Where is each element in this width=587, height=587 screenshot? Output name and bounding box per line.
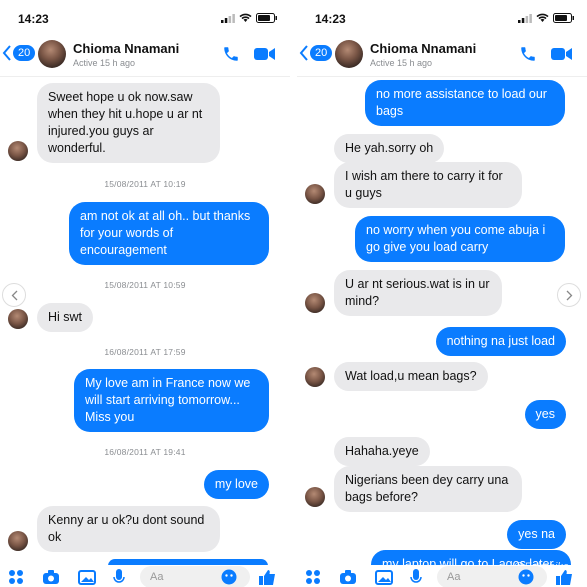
message-timestamp: 16/08/2011 AT 19:41 [104, 447, 186, 457]
phone-icon[interactable] [519, 45, 537, 63]
incoming-message[interactable]: Sweet hope u ok now.saw when they hit u.… [37, 83, 220, 163]
outgoing-message[interactable]: yes [524, 400, 566, 429]
status-bar: 14:23 [297, 0, 587, 36]
photo-icon[interactable] [78, 569, 96, 585]
microphone-icon[interactable] [113, 569, 125, 585]
incoming-message[interactable]: Wat load,u mean bags? [334, 362, 488, 391]
sender-avatar [305, 367, 325, 387]
status-time: 14:23 [315, 12, 346, 26]
back-button[interactable]: 20 [299, 45, 333, 61]
message-list: Sweet hope u ok now.saw when they hit u.… [0, 77, 290, 565]
phone-icon[interactable] [222, 45, 240, 63]
apps-icon[interactable] [8, 569, 24, 585]
sender-avatar [305, 293, 325, 313]
emoji-icon[interactable] [518, 569, 534, 585]
contact-name[interactable]: Chioma Nnamani [73, 41, 179, 56]
left-screenshot: 14:23 20 Chioma Nnamani Active 15 h ago … [0, 0, 290, 587]
camera-icon[interactable] [339, 569, 357, 585]
apps-icon[interactable] [305, 569, 321, 585]
incoming-message[interactable]: Hi swt [37, 303, 94, 332]
video-camera-icon[interactable] [551, 46, 573, 62]
incoming-message[interactable]: I wish am there to carry it for u guys [334, 162, 522, 208]
status-time: 14:23 [18, 12, 49, 26]
active-status: Active 15 h ago [73, 58, 136, 68]
like-icon[interactable] [555, 569, 573, 585]
unread-count-badge: 20 [310, 45, 333, 61]
incoming-message[interactable]: He yah.sorry oh [334, 134, 445, 163]
camera-icon[interactable] [42, 569, 60, 585]
chevron-left-icon [11, 290, 17, 300]
message-timestamp: 16/08/2011 AT 17:59 [104, 347, 186, 357]
message-timestamp: 15/08/2011 AT 10:19 [104, 179, 186, 189]
photo-icon[interactable] [375, 569, 393, 585]
carousel-prev-button[interactable] [2, 283, 26, 307]
like-icon[interactable] [258, 569, 276, 585]
wifi-icon [536, 13, 549, 22]
battery-icon [256, 13, 277, 23]
composer-bar: Aa [0, 565, 290, 587]
microphone-icon[interactable] [410, 569, 422, 585]
incoming-message[interactable]: Hahaha.yeye [334, 437, 430, 466]
sender-avatar [305, 487, 325, 507]
incoming-message[interactable]: Kenny ar u ok?u dont sound ok [37, 506, 220, 552]
outgoing-message[interactable]: am not ok at all oh.. but thanks for you… [69, 202, 269, 265]
outgoing-message[interactable]: yes na [507, 520, 566, 549]
back-button[interactable]: 20 [2, 45, 36, 61]
chevron-left-icon [299, 45, 308, 61]
signal-icon [518, 13, 532, 23]
outgoing-message[interactable]: nothing na just load [435, 327, 566, 356]
sender-avatar [8, 531, 28, 551]
message-list: no more assistance to load our bags He y… [297, 77, 587, 565]
sender-avatar [8, 141, 28, 161]
chat-header: 20 Chioma Nnamani Active 15 h ago [297, 36, 587, 77]
outgoing-message[interactable]: my love [203, 470, 269, 499]
chat-header: 20 Chioma Nnamani Active 15 h ago [0, 36, 290, 77]
chevron-right-icon [566, 290, 572, 300]
composer-bar: Aa [297, 565, 587, 587]
battery-icon [553, 13, 574, 23]
wifi-icon [239, 13, 252, 22]
sender-avatar [305, 184, 325, 204]
contact-name[interactable]: Chioma Nnamani [370, 41, 476, 56]
incoming-message[interactable]: Nigerians been dey carry una bags before… [334, 466, 522, 512]
sender-avatar [8, 309, 28, 329]
active-status: Active 15 h ago [370, 58, 433, 68]
video-camera-icon[interactable] [254, 46, 276, 62]
contact-avatar[interactable] [38, 40, 66, 68]
emoji-icon[interactable] [221, 569, 237, 585]
incoming-message[interactable]: U ar nt serious.wat is in ur mind? [334, 270, 502, 316]
outgoing-message[interactable]: My love am in France now we will start a… [74, 369, 269, 432]
outgoing-message[interactable]: no worry when you come abuja i go give y… [355, 216, 565, 262]
unread-count-badge: 20 [13, 45, 36, 61]
contact-avatar[interactable] [335, 40, 363, 68]
status-bar: 14:23 [0, 0, 290, 36]
outgoing-message[interactable]: no more assistance to load our bags [365, 80, 565, 126]
right-screenshot: 14:23 20 Chioma Nnamani Active 15 h ago … [297, 0, 587, 587]
chevron-left-icon [2, 45, 11, 61]
message-timestamp: 15/08/2011 AT 10:59 [104, 280, 186, 290]
carousel-next-button[interactable] [557, 283, 581, 307]
signal-icon [221, 13, 235, 23]
